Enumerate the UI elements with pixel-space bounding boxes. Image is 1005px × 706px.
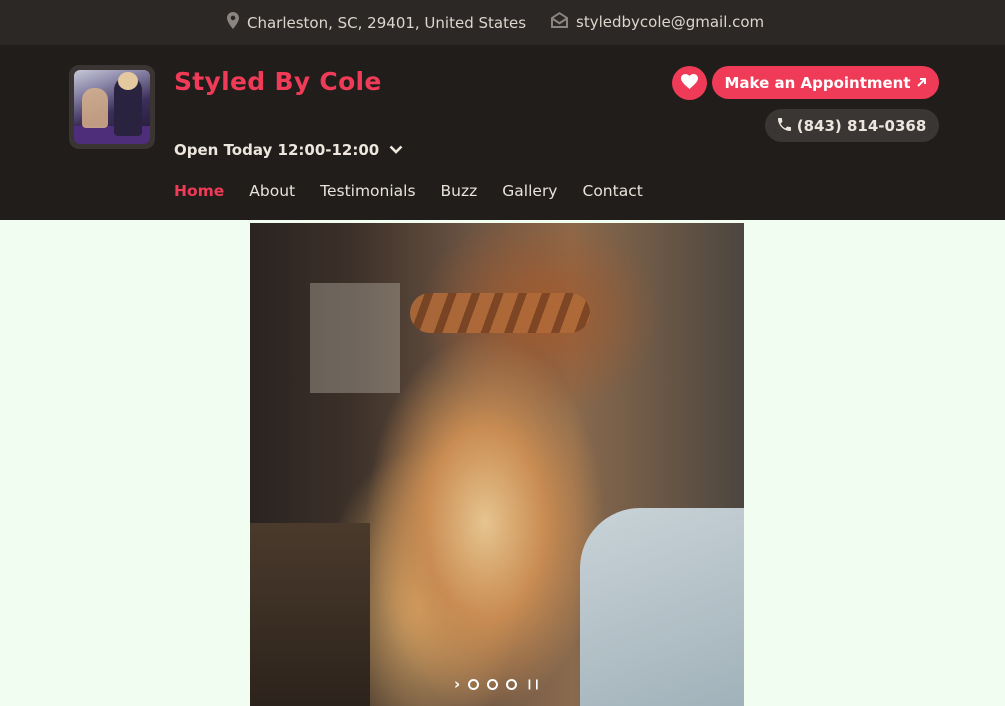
envelope-icon (551, 12, 568, 32)
nav-item-buzz[interactable]: Buzz (441, 182, 478, 200)
address-item: Charleston, SC, 29401, United States (227, 12, 526, 33)
logo-photo (74, 70, 150, 144)
make-appointment-button[interactable]: Make an Appointment (712, 66, 939, 99)
phone-icon (777, 117, 791, 135)
business-name[interactable]: Styled By Cole (174, 67, 382, 96)
pause-icon[interactable]: ❙❙ (525, 679, 541, 690)
main-navigation: Home About Testimonials Buzz Gallery Con… (174, 182, 643, 200)
next-slide-icon[interactable]: › (454, 677, 460, 692)
nav-item-home[interactable]: Home (174, 182, 224, 200)
address-text: Charleston, SC, 29401, United States (247, 13, 527, 32)
heart-icon (681, 73, 698, 93)
top-contact-bar: Charleston, SC, 29401, United States sty… (0, 0, 1005, 45)
appointment-label: Make an Appointment (724, 73, 911, 92)
slider-controls: › ❙❙ (454, 677, 541, 692)
slider-dot-2[interactable] (487, 679, 499, 690)
email-item[interactable]: styledbycole@gmail.com (551, 12, 764, 32)
external-arrow-icon (916, 74, 927, 92)
nav-item-contact[interactable]: Contact (583, 182, 643, 200)
map-pin-icon (227, 12, 239, 33)
business-logo[interactable] (69, 65, 155, 149)
slider-dot-3[interactable] (506, 679, 518, 690)
hours-text: Open Today 12:00-12:00 (174, 141, 380, 159)
phone-button[interactable]: (843) 814-0368 (765, 109, 939, 142)
chevron-down-icon[interactable] (389, 141, 403, 159)
email-link[interactable]: styledbycole@gmail.com (576, 13, 764, 31)
favorite-button[interactable] (672, 66, 707, 100)
slider-dot-1[interactable] (468, 679, 480, 690)
opening-hours[interactable]: Open Today 12:00-12:00 (174, 141, 403, 159)
nav-item-gallery[interactable]: Gallery (502, 182, 557, 200)
nav-item-about[interactable]: About (249, 182, 295, 200)
hero-slide-image (250, 223, 744, 706)
nav-item-testimonials[interactable]: Testimonials (320, 182, 415, 200)
phone-number: (843) 814-0368 (796, 116, 927, 135)
site-header: Styled By Cole Open Today 12:00-12:00 Ma… (0, 45, 1005, 220)
